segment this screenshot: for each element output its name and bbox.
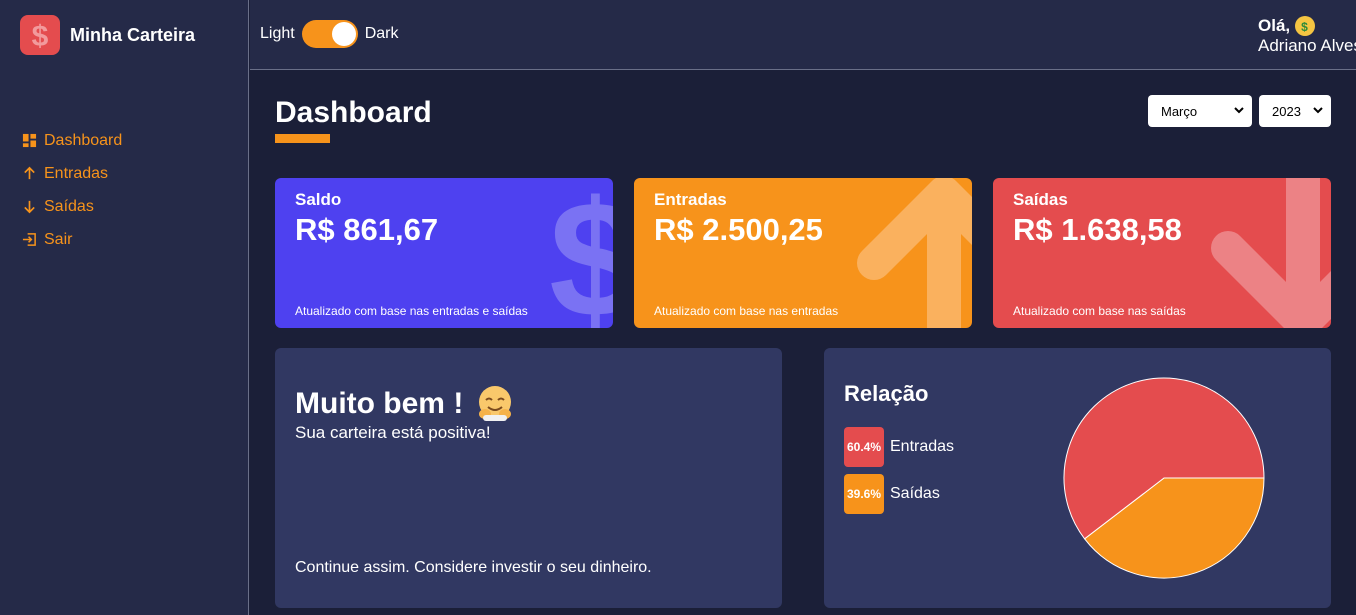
legend-percent: 39.6% bbox=[844, 474, 884, 514]
date-filters: Março 2023 bbox=[1148, 95, 1331, 127]
theme-toggle[interactable] bbox=[301, 20, 358, 48]
card-amount: R$ 1.638,58 bbox=[1013, 212, 1182, 247]
sidebar-item-sair[interactable]: Sair bbox=[22, 223, 122, 256]
card-label: Saídas bbox=[1013, 190, 1068, 209]
sidebar-item-label: Entradas bbox=[44, 164, 109, 182]
message-title-text: Muito bem ! bbox=[295, 387, 464, 420]
title-underline bbox=[275, 134, 330, 143]
exit-icon bbox=[22, 233, 36, 246]
saldo-card: $ Saldo R$ 861,67 Atualizado com base na… bbox=[275, 178, 613, 328]
year-select-value: 2023 bbox=[1272, 103, 1301, 119]
svg-text:$: $ bbox=[549, 178, 613, 328]
arrow-up-icon bbox=[857, 178, 972, 328]
card-note: Atualizado com base nas entradas bbox=[654, 304, 839, 318]
toggle-knob bbox=[331, 22, 356, 46]
sidebar-item-label: Sair bbox=[44, 230, 73, 248]
legend-percent: 60.4% bbox=[844, 427, 884, 467]
chevron-down-icon bbox=[1234, 107, 1244, 114]
card-note: Atualizado com base nas saídas bbox=[1013, 304, 1186, 318]
dollar-icon: $ bbox=[20, 15, 60, 55]
legend-label: Saídas bbox=[890, 485, 940, 502]
svg-text:$: $ bbox=[32, 20, 49, 50]
brand: $ Minha Carteira bbox=[20, 15, 195, 55]
message-subtitle: Sua carteira está positiva! bbox=[295, 423, 491, 442]
message-title: Muito bem ! bbox=[295, 384, 515, 424]
message-card: Muito bem ! Sua carteira está positiva! … bbox=[275, 348, 782, 608]
legend-label: Entradas bbox=[890, 438, 955, 455]
pie-legend: 60.4% Entradas 39.6% Saídas bbox=[844, 427, 954, 521]
theme-dark-label: Dark bbox=[364, 25, 399, 42]
entradas-card: Entradas R$ 2.500,25 Atualizado com base… bbox=[634, 178, 972, 328]
theme-toggle-group: Light Dark bbox=[260, 20, 398, 48]
dashboard-icon bbox=[22, 133, 37, 148]
chevron-down-icon bbox=[1313, 107, 1323, 114]
card-note: Atualizado com base nas entradas e saída… bbox=[295, 304, 528, 318]
card-amount: R$ 2.500,25 bbox=[654, 212, 823, 247]
message-footer: Continue assim. Considere investir o seu… bbox=[295, 559, 652, 576]
relation-card: Relação 60.4% Entradas 39.6% Saídas bbox=[824, 348, 1331, 608]
money-face-icon bbox=[1295, 16, 1316, 37]
card-label: Saldo bbox=[295, 190, 342, 209]
sidebar-item-label: Saídas bbox=[44, 197, 94, 215]
user-name: Adriano Alves bbox=[1258, 36, 1356, 55]
theme-light-label: Light bbox=[260, 25, 295, 42]
pie-chart bbox=[1063, 377, 1265, 579]
greeting-text: Olá, bbox=[1258, 16, 1291, 35]
sidebar-item-label: Dashboard bbox=[44, 131, 123, 149]
arrow-up-icon bbox=[24, 166, 35, 180]
legend-item: 39.6% Saídas bbox=[844, 474, 954, 514]
sidebar: $ Minha Carteira Dashboard Entradas Saíd… bbox=[0, 0, 249, 615]
brand-name: Minha Carteira bbox=[70, 24, 196, 45]
year-select[interactable]: 2023 bbox=[1259, 95, 1331, 127]
sidebar-item-saidas[interactable]: Saídas bbox=[22, 190, 122, 223]
month-select[interactable]: Março bbox=[1148, 95, 1252, 127]
header: Light Dark Olá, Adriano Alves bbox=[250, 0, 1356, 70]
happy-face-icon bbox=[479, 386, 512, 421]
month-select-value: Março bbox=[1161, 103, 1198, 119]
card-label: Entradas bbox=[654, 190, 727, 209]
user-greeting: Olá, Adriano Alves bbox=[1258, 16, 1356, 56]
sidebar-item-entradas[interactable]: Entradas bbox=[22, 157, 122, 190]
saidas-card: Saídas R$ 1.638,58 Atualizado com base n… bbox=[993, 178, 1331, 328]
card-amount: R$ 861,67 bbox=[295, 212, 439, 247]
arrow-down-icon bbox=[1211, 178, 1331, 328]
page-title: Dashboard bbox=[275, 96, 432, 129]
dollar-icon: $ bbox=[549, 178, 613, 328]
relation-title: Relação bbox=[844, 381, 929, 406]
sidebar-item-dashboard[interactable]: Dashboard bbox=[22, 124, 122, 157]
legend-item: 60.4% Entradas bbox=[844, 427, 954, 467]
sidebar-menu: Dashboard Entradas Saídas Sair bbox=[22, 124, 122, 256]
arrow-down-icon bbox=[24, 200, 35, 214]
